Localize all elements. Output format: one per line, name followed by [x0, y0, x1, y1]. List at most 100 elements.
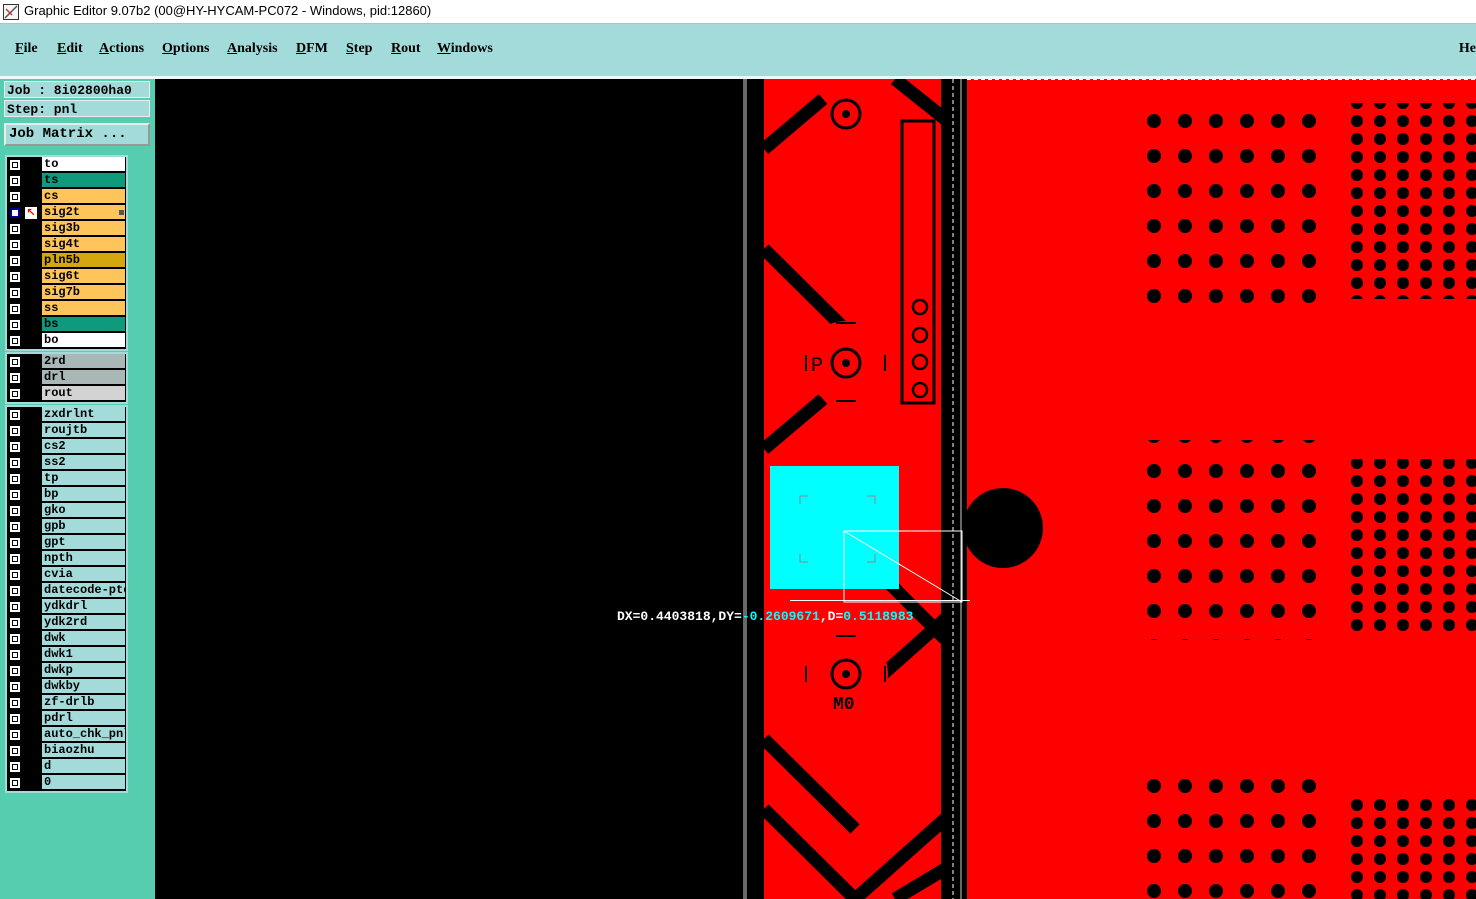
menu-help[interactable]: He [1459, 41, 1476, 57]
layer-checkbox[interactable] [9, 633, 21, 645]
layer-name[interactable]: cs2 [42, 439, 125, 454]
layer-name[interactable]: to [42, 157, 125, 172]
layer-checkbox[interactable] [9, 175, 21, 187]
layer-checkbox[interactable] [9, 681, 21, 693]
layer-checkbox[interactable] [9, 729, 21, 741]
layer-row-dwk1[interactable]: dwk1 [7, 647, 126, 663]
layer-checkbox[interactable] [9, 649, 21, 661]
layer-row-bp[interactable]: bp [7, 487, 126, 503]
layer-name[interactable]: rout [42, 386, 125, 401]
layer-row-ts[interactable]: ts [7, 173, 126, 189]
layer-checkbox[interactable] [9, 255, 21, 267]
layer-checkbox[interactable] [9, 697, 21, 709]
layer-name[interactable]: dwk [42, 631, 125, 646]
layer-checkbox[interactable] [9, 441, 21, 453]
layer-checkbox[interactable] [9, 713, 21, 725]
menu-edit[interactable]: Edit [57, 41, 83, 57]
graphic-canvas[interactable]: P M0 DX=0.4403818,DY=-0.2609671,D=0.5118… [155, 79, 1476, 899]
layer-row-sig6t[interactable]: sig6t [7, 269, 126, 285]
menu-windows[interactable]: Windows [437, 41, 493, 57]
layer-checkbox[interactable] [9, 617, 21, 629]
layer-checkbox[interactable] [9, 239, 21, 251]
layer-name[interactable]: dwkby [42, 679, 125, 694]
layer-name[interactable]: biaozhu [42, 743, 125, 758]
layer-row-d[interactable]: d [7, 759, 126, 775]
layer-row-ss2[interactable]: ss2 [7, 455, 126, 471]
layer-row-2rd[interactable]: 2rd [7, 354, 126, 370]
layer-name[interactable]: sig4t [42, 237, 125, 252]
layer-name[interactable]: sig6t [42, 269, 125, 284]
layer-row-sig2t[interactable]: ↖ sig2t [7, 205, 126, 221]
layer-name[interactable]: auto_chk_pnl [42, 727, 125, 742]
layer-name[interactable]: sig2t [42, 205, 125, 220]
layer-name[interactable]: d [42, 759, 125, 774]
layer-row-cvia[interactable]: cvia [7, 567, 126, 583]
layer-row-zf-drlb[interactable]: zf-drlb [7, 695, 126, 711]
layer-row-dwkp[interactable]: dwkp [7, 663, 126, 679]
layer-row-biaozhu[interactable]: biaozhu [7, 743, 126, 759]
layer-name[interactable]: bp [42, 487, 125, 502]
layer-row-0[interactable]: 0 [7, 775, 126, 791]
layer-checkbox[interactable] [9, 372, 21, 384]
layer-checkbox[interactable] [9, 585, 21, 597]
layer-checkbox[interactable] [9, 409, 21, 421]
layer-checkbox[interactable] [9, 745, 21, 757]
layer-checkbox[interactable] [9, 473, 21, 485]
layer-checkbox[interactable] [9, 665, 21, 677]
layer-checkbox[interactable] [9, 777, 21, 789]
layer-name[interactable]: dwk1 [42, 647, 125, 662]
layer-row-ydk2rd[interactable]: ydk2rd [7, 615, 126, 631]
layer-checkbox[interactable] [9, 489, 21, 501]
layer-checkbox[interactable] [9, 207, 21, 219]
layer-name[interactable]: roujtb [42, 423, 125, 438]
layer-row-bs[interactable]: bs [7, 317, 126, 333]
layer-row-cs2[interactable]: cs2 [7, 439, 126, 455]
job-matrix-button[interactable]: Job Matrix ... [4, 123, 150, 146]
layer-name[interactable]: ydkdrl [42, 599, 125, 614]
layer-row-ss[interactable]: ss [7, 301, 126, 317]
layer-row-dwk[interactable]: dwk [7, 631, 126, 647]
layer-row-pln5b[interactable]: pln5b [7, 253, 126, 269]
layer-checkbox[interactable] [9, 319, 21, 331]
layer-row-ydkdrl[interactable]: ydkdrl [7, 599, 126, 615]
layer-checkbox[interactable] [9, 287, 21, 299]
menu-file[interactable]: File [15, 41, 38, 57]
layer-checkbox[interactable] [9, 521, 21, 533]
layer-checkbox[interactable] [9, 223, 21, 235]
layer-row-zxdrlnt[interactable]: zxdrlnt [7, 407, 126, 423]
layer-name[interactable]: gko [42, 503, 125, 518]
layer-checkbox[interactable] [9, 388, 21, 400]
layer-name[interactable]: pdrl [42, 711, 125, 726]
menu-analysis[interactable]: Analysis [227, 41, 278, 57]
layer-name[interactable]: gpb [42, 519, 125, 534]
layer-name[interactable]: ydk2rd [42, 615, 125, 630]
menu-actions[interactable]: Actions [99, 41, 144, 57]
layer-name[interactable]: ts [42, 173, 125, 188]
menu-step[interactable]: Step [346, 41, 372, 57]
layer-checkbox[interactable] [9, 159, 21, 171]
layer-checkbox[interactable] [9, 601, 21, 613]
layer-name[interactable]: ss2 [42, 455, 125, 470]
layer-row-auto_chk_pnl[interactable]: auto_chk_pnl [7, 727, 126, 743]
layer-checkbox[interactable] [9, 457, 21, 469]
layer-checkbox[interactable] [9, 191, 21, 203]
selected-pad[interactable] [770, 466, 899, 589]
layer-row-to[interactable]: to [7, 157, 126, 173]
layer-name[interactable]: gpt [42, 535, 125, 550]
layer-checkbox[interactable] [9, 505, 21, 517]
layer-checkbox[interactable] [9, 537, 21, 549]
layer-row-sig4t[interactable]: sig4t [7, 237, 126, 253]
layer-checkbox[interactable] [9, 425, 21, 437]
layer-name[interactable]: datecode-ptc [42, 583, 125, 598]
layer-row-gpb[interactable]: gpb [7, 519, 126, 535]
layer-checkbox[interactable] [9, 303, 21, 315]
layer-row-dwkby[interactable]: dwkby [7, 679, 126, 695]
layer-row-gpt[interactable]: gpt [7, 535, 126, 551]
menu-dfm[interactable]: DFM [296, 41, 328, 57]
layer-name[interactable]: dwkp [42, 663, 125, 678]
menu-options[interactable]: Options [162, 41, 209, 57]
layer-name[interactable]: sig3b [42, 221, 125, 236]
layer-name[interactable]: 0 [42, 775, 125, 790]
layer-checkbox[interactable] [9, 271, 21, 283]
layer-checkbox[interactable] [9, 553, 21, 565]
